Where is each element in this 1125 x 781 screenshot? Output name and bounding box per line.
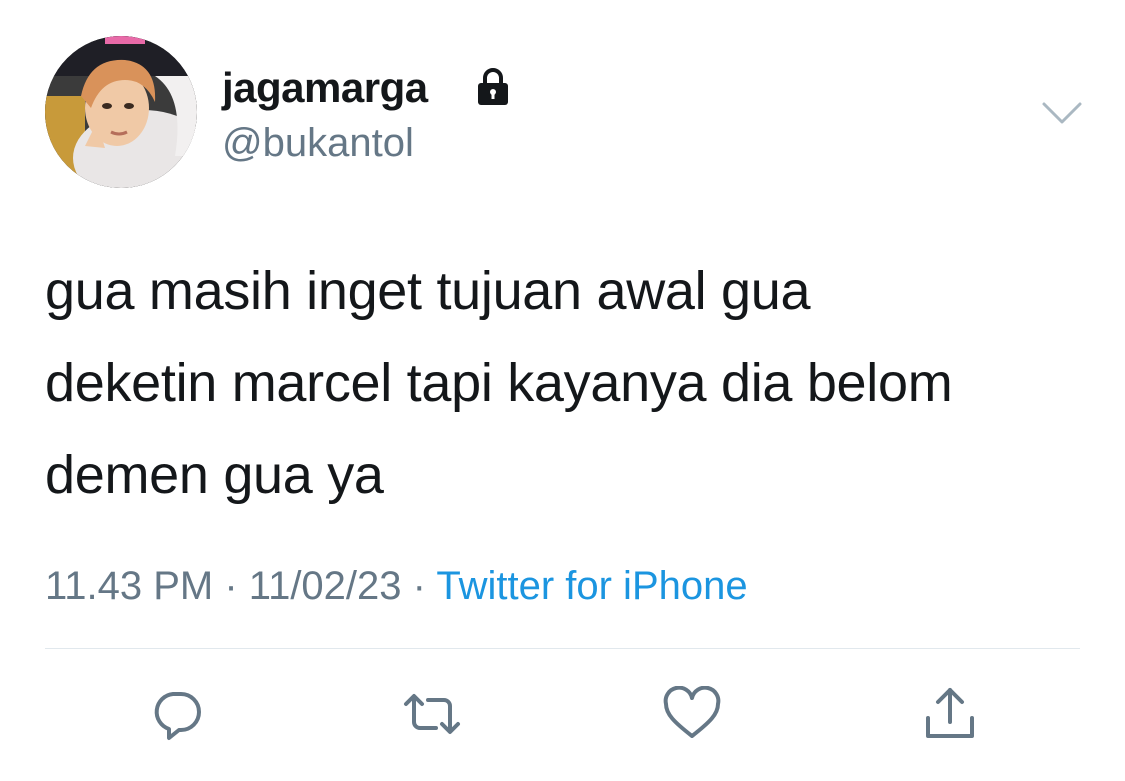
display-name[interactable]: jagamarga	[222, 60, 428, 116]
tweet-text: gua masih inget tujuan awal gua deketin …	[45, 245, 1095, 521]
tweet-card: jagamarga @bukantol gua masih inget tuju…	[0, 0, 1125, 781]
user-handle[interactable]: @bukantol	[222, 116, 414, 170]
tweet-text-line: deketin marcel tapi kayanya dia belom	[45, 353, 953, 413]
tweet-text-line: demen gua ya	[45, 445, 384, 505]
tweet-date[interactable]: 11/02/23	[249, 564, 402, 608]
reply-icon	[154, 692, 201, 740]
tweet-time[interactable]: 11.43 PM	[45, 564, 213, 608]
lock-icon	[478, 68, 508, 105]
like-button[interactable]	[660, 682, 724, 746]
heart-icon	[663, 686, 721, 738]
profile-photo	[45, 36, 197, 188]
avatar[interactable]	[45, 36, 197, 188]
tweet-source-link[interactable]: Twitter for iPhone	[436, 564, 747, 608]
divider	[45, 648, 1080, 649]
share-button[interactable]	[918, 682, 982, 746]
reply-button[interactable]	[145, 682, 209, 746]
chevron-down-icon[interactable]	[1040, 98, 1084, 128]
tweet-meta: 11.43 PM · 11/02/23 · Twitter for iPhone	[45, 558, 748, 614]
retweet-button[interactable]	[400, 682, 464, 746]
tweet-text-line: gua masih inget tujuan awal gua	[45, 261, 811, 321]
retweet-icon	[404, 694, 460, 734]
meta-separator: ·	[213, 564, 249, 608]
meta-separator: ·	[401, 564, 437, 608]
share-icon	[926, 688, 974, 738]
